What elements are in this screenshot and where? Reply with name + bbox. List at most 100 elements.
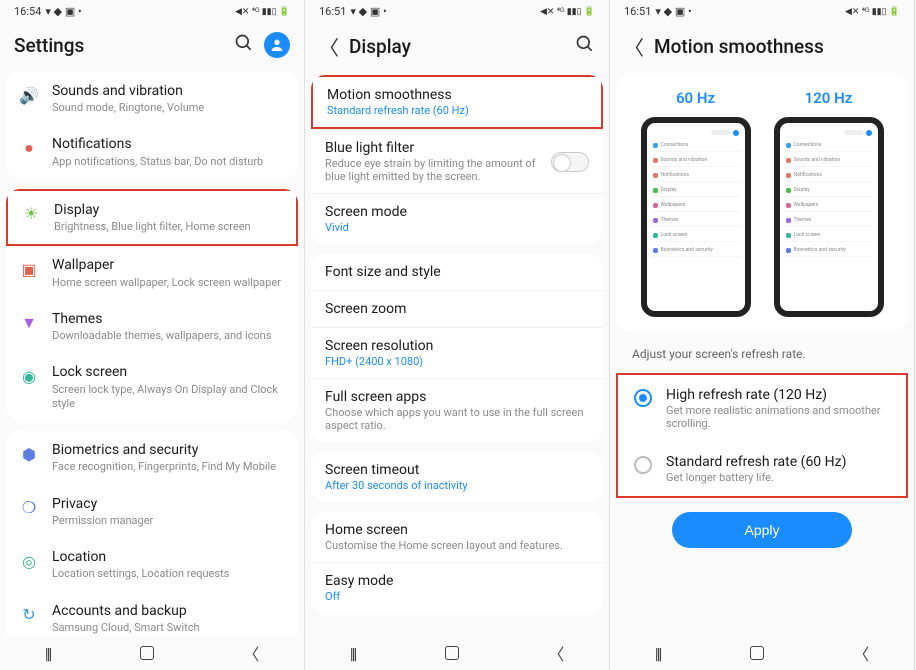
toggle-switch[interactable] <box>551 152 589 172</box>
item-title: Privacy <box>52 495 286 513</box>
nav-recent-button[interactable]: ||| <box>655 644 661 663</box>
radio-button[interactable] <box>634 389 652 407</box>
display-item-blue-light-filter[interactable]: Blue light filter Reduce eye strain by l… <box>311 129 603 193</box>
nav-bar: ||| 〈 <box>610 636 914 670</box>
screen-motion-smoothness: 16:51 ▾ ◆ ▣ • ◀✕ ⁴ᴳ ▮▮▯ 🔋 〈 Motion smoot… <box>610 0 915 670</box>
item-subtitle: Sound mode, Ringtone, Volume <box>52 101 286 115</box>
display-item-easy-mode[interactable]: Easy mode Off <box>311 562 603 613</box>
status-icons-right: ◀✕ ⁴ᴳ ▮▮▯ 🔋 <box>540 6 595 17</box>
item-subtitle: Permission manager <box>52 514 286 528</box>
settings-item-privacy[interactable]: ❍ Privacy Permission manager <box>6 485 298 538</box>
item-title: Font size and style <box>325 264 589 280</box>
item-title: Full screen apps <box>325 389 589 405</box>
radio-option-standard-refresh-rate-60-hz-[interactable]: Standard refresh rate (60 Hz) Get longer… <box>618 442 906 496</box>
settings-item-display[interactable]: ☀ Display Brightness, Blue light filter,… <box>6 189 298 246</box>
radio-option-high-refresh-rate-120-hz-[interactable]: High refresh rate (120 Hz) Get more real… <box>618 375 906 442</box>
radio-title: High refresh rate (120 Hz) <box>666 387 890 403</box>
item-title: Screen timeout <box>325 462 589 478</box>
status-bar: 16:54 ▾ ◆ ▣ • ◀✕ ⁴ᴳ ▮▮▯ 🔋 <box>0 0 304 22</box>
nav-home-button[interactable] <box>445 646 459 660</box>
status-bar: 16:51 ▾ ◆ ▣ • ◀✕ ⁴ᴳ ▮▮▯ 🔋 <box>610 0 914 22</box>
back-button[interactable]: 〈 <box>624 32 644 61</box>
item-subtitle: Home screen wallpaper, Lock screen wallp… <box>52 276 286 290</box>
item-title: Home screen <box>325 522 589 538</box>
nav-recent-button[interactable]: ||| <box>350 644 356 663</box>
settings-item-lock-screen[interactable]: ◉ Lock screen Screen lock type, Always O… <box>6 353 298 421</box>
description: Adjust your screen's refresh rate. <box>616 341 908 373</box>
search-icon[interactable] <box>575 34 595 59</box>
item-subtitle: Standard refresh rate (60 Hz) <box>327 104 587 117</box>
nav-bar: ||| 〈 <box>0 636 304 670</box>
search-icon[interactable] <box>234 33 254 58</box>
ic-sound-icon: 🔊 <box>18 84 40 106</box>
ic-bio-icon: ⬢ <box>18 443 40 465</box>
item-title: Accounts and backup <box>52 602 286 620</box>
header: 〈 Display <box>305 22 609 75</box>
display-item-full-screen-apps[interactable]: Full screen apps Choose which apps you w… <box>311 378 603 442</box>
display-item-screen-zoom[interactable]: Screen zoom <box>311 290 603 327</box>
radio-button[interactable] <box>634 456 652 474</box>
nav-back-button[interactable]: 〈 <box>853 641 869 665</box>
item-title: Blue light filter <box>325 140 541 156</box>
status-time: 16:51 <box>624 5 651 18</box>
back-button[interactable]: 〈 <box>319 32 339 61</box>
nav-recent-button[interactable]: ||| <box>45 644 51 663</box>
item-title: Wallpaper <box>52 256 286 274</box>
settings-list[interactable]: 🔊 Sounds and vibration Sound mode, Ringt… <box>0 72 304 636</box>
nav-home-button[interactable] <box>750 646 764 660</box>
ic-wallpaper-icon: ▣ <box>18 258 40 280</box>
display-item-font-size-and-style[interactable]: Font size and style <box>311 254 603 290</box>
ic-accounts-icon: ↻ <box>18 604 40 626</box>
nav-back-button[interactable]: 〈 <box>548 641 564 665</box>
item-title: Lock screen <box>52 363 286 381</box>
radio-title: Standard refresh rate (60 Hz) <box>666 454 846 470</box>
status-bar: 16:51 ▾ ◆ ▣ • ◀✕ ⁴ᴳ ▮▮▯ 🔋 <box>305 0 609 22</box>
page-title: Motion smoothness <box>654 35 900 58</box>
nav-bar: ||| 〈 <box>305 636 609 670</box>
item-subtitle: Samsung Cloud, Smart Switch <box>52 621 286 635</box>
display-item-screen-mode[interactable]: Screen mode Vivid <box>311 193 603 244</box>
preview-120hz: 120 Hz ConnectionsSounds and vibrationNo… <box>769 89 888 317</box>
settings-item-wallpaper[interactable]: ▣ Wallpaper Home screen wallpaper, Lock … <box>6 246 298 299</box>
status-icons-right: ◀✕ ⁴ᴳ ▮▮▯ 🔋 <box>845 6 900 17</box>
item-subtitle: App notifications, Status bar, Do not di… <box>52 155 286 169</box>
settings-item-biometrics-and-security[interactable]: ⬢ Biometrics and security Face recogniti… <box>6 431 298 484</box>
item-title: Notifications <box>52 135 286 153</box>
motion-content: 60 Hz ConnectionsSounds and vibrationNot… <box>610 75 914 636</box>
item-subtitle: Face recognition, Fingerprints, Find My … <box>52 460 286 474</box>
settings-item-accounts-and-backup[interactable]: ↻ Accounts and backup Samsung Cloud, Sma… <box>6 592 298 636</box>
page-title: Display <box>349 35 565 58</box>
settings-item-location[interactable]: ◎ Location Location settings, Location r… <box>6 538 298 591</box>
ic-notif-icon: ● <box>18 137 40 159</box>
item-title: Biometrics and security <box>52 441 286 459</box>
settings-item-themes[interactable]: ▼ Themes Downloadable themes, wallpapers… <box>6 300 298 353</box>
header: Settings <box>0 22 304 72</box>
header: 〈 Motion smoothness <box>610 22 914 75</box>
display-item-screen-timeout[interactable]: Screen timeout After 30 seconds of inact… <box>311 452 603 502</box>
settings-item-sounds-and-vibration[interactable]: 🔊 Sounds and vibration Sound mode, Ringt… <box>6 72 298 125</box>
status-time: 16:51 <box>319 5 346 18</box>
item-title: Screen resolution <box>325 338 589 354</box>
display-item-home-screen[interactable]: Home screen Customise the Home screen la… <box>311 512 603 562</box>
item-subtitle: Customise the Home screen layout and fea… <box>325 539 589 552</box>
ic-privacy-icon: ❍ <box>18 497 40 519</box>
screen-settings: 16:54 ▾ ◆ ▣ • ◀✕ ⁴ᴳ ▮▮▯ 🔋 Settings 🔊 Sou… <box>0 0 305 670</box>
item-title: Location <box>52 548 286 566</box>
settings-item-notifications[interactable]: ● Notifications App notifications, Statu… <box>6 125 298 178</box>
item-subtitle: After 30 seconds of inactivity <box>325 479 589 492</box>
screen-display: 16:51 ▾ ◆ ▣ • ◀✕ ⁴ᴳ ▮▮▯ 🔋 〈 Display Moti… <box>305 0 610 670</box>
radio-subtitle: Get more realistic animations and smooth… <box>666 404 890 430</box>
apply-button[interactable]: Apply <box>672 512 852 548</box>
display-item-screen-resolution[interactable]: Screen resolution FHD+ (2400 x 1080) <box>311 327 603 378</box>
item-subtitle: Off <box>325 590 589 603</box>
status-time: 16:54 <box>14 5 41 18</box>
nav-home-button[interactable] <box>140 646 154 660</box>
item-subtitle: Location settings, Location requests <box>52 567 286 581</box>
display-item-motion-smoothness[interactable]: Motion smoothness Standard refresh rate … <box>311 75 603 129</box>
display-list[interactable]: Motion smoothness Standard refresh rate … <box>305 75 609 636</box>
item-title: Screen mode <box>325 204 589 220</box>
avatar[interactable] <box>264 32 290 58</box>
nav-back-button[interactable]: 〈 <box>243 641 259 665</box>
status-icons-left: ▾ ◆ ▣ • <box>655 5 691 18</box>
radio-subtitle: Get longer battery life. <box>666 471 846 484</box>
